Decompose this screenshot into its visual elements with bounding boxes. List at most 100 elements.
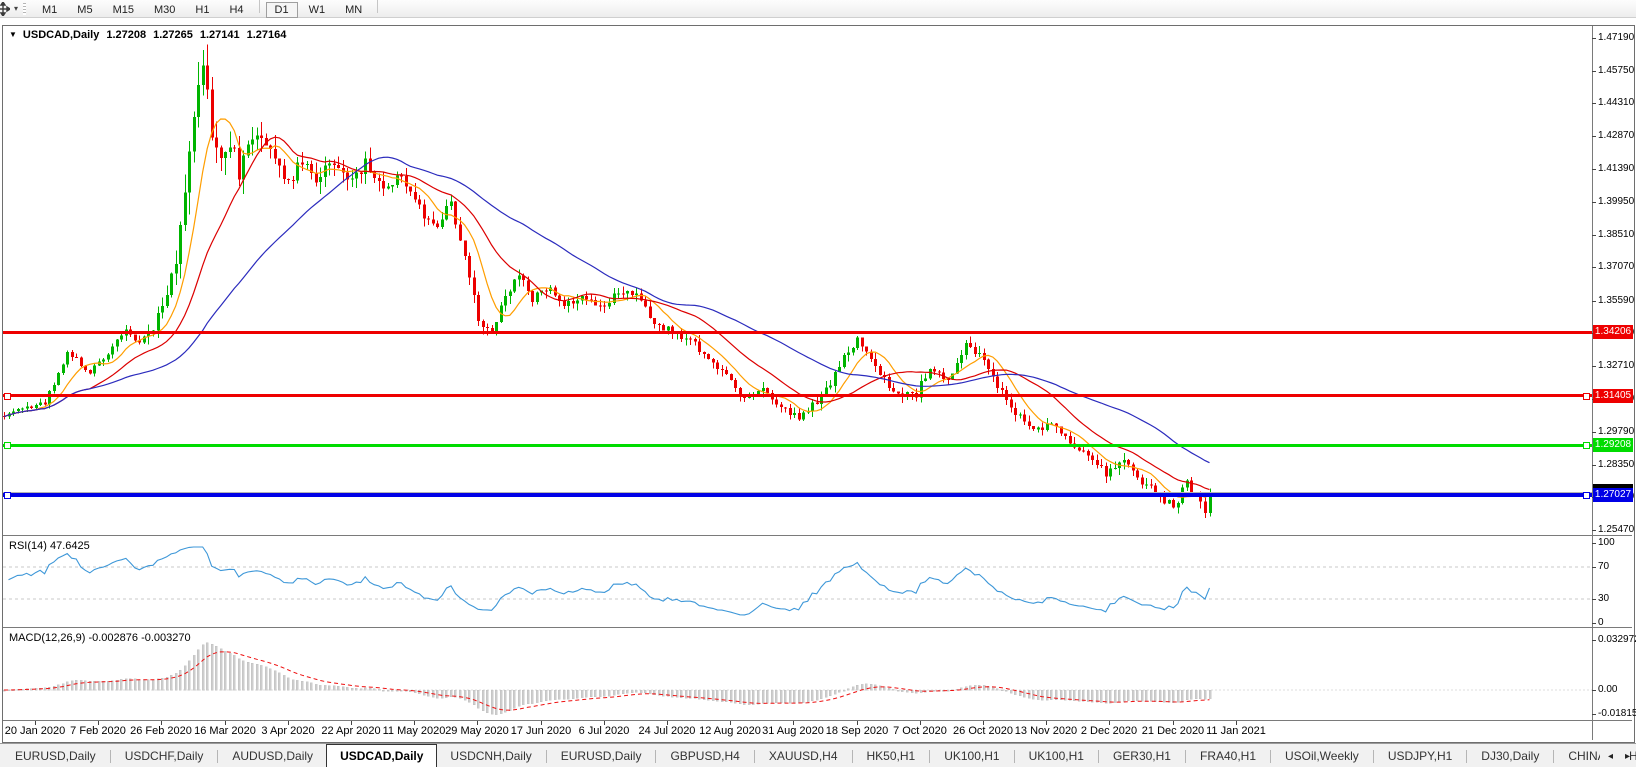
timeframe-button-h1[interactable]: H1	[186, 2, 218, 18]
pane-separator-1[interactable]	[3, 535, 1632, 536]
tab-separator	[1466, 749, 1468, 763]
mt4-terminal: ▾ M1 M5 M15 M30 H1 H4 D1 W1 MN ▼ USDCAD,Daily 1.27…	[0, 0, 1636, 767]
toolbar-separator	[258, 0, 260, 13]
tab-separator	[217, 749, 219, 763]
line-handle[interactable]	[1583, 492, 1590, 499]
macd-canvas[interactable]	[3, 629, 1592, 720]
date-tick-label: 7 Feb 2020	[70, 725, 126, 737]
horizontal-line-1.29208[interactable]	[3, 444, 1592, 447]
price-tick-mark	[1592, 136, 1596, 137]
timeframe-button-w1[interactable]: W1	[300, 2, 335, 18]
date-tick-label: 17 Jun 2020	[510, 725, 572, 737]
tab-separator	[1553, 749, 1555, 763]
price-tick-label: 1.39950	[1598, 196, 1635, 207]
price-tick-label: 1.47190	[1598, 32, 1635, 43]
tab-usdchf-daily[interactable]: USDCHF,Daily	[112, 745, 217, 767]
line-handle[interactable]	[4, 393, 11, 400]
date-tick-label: 16 Mar 2020	[194, 725, 256, 737]
price-tick-mark	[1592, 169, 1596, 170]
line-handle[interactable]	[1583, 442, 1590, 449]
tab-xauusd-h4[interactable]: XAUUSD,H4	[756, 745, 851, 767]
macd-title: MACD(12,26,9) -0.002876 -0.003270	[9, 632, 191, 644]
tab-separator	[1372, 749, 1374, 763]
line-price-label: 1.34206	[1593, 325, 1633, 339]
tab-separator	[753, 749, 755, 763]
line-handle[interactable]	[4, 492, 11, 499]
date-tick-label: 6 Jul 2020	[578, 725, 630, 737]
date-tick-label: 2 Dec 2020	[1080, 725, 1138, 737]
tab-separator	[1270, 749, 1272, 763]
timeframe-button-m1[interactable]: M1	[33, 2, 66, 18]
rsi-canvas[interactable]	[3, 537, 1592, 627]
pane-separator-2[interactable]	[3, 627, 1632, 628]
tab-separator	[929, 749, 931, 763]
timeframe-button-mn[interactable]: MN	[336, 2, 371, 18]
date-axis: 20 Jan 2020 7 Feb 2020 26 Feb 2020 16 Mar 2…	[3, 721, 1592, 740]
timeframe-button-m30[interactable]: M30	[145, 2, 184, 18]
macd-tick-mark	[1592, 714, 1596, 715]
tab-uk100-h1[interactable]: UK100,H1	[1016, 745, 1097, 767]
price-tick-mark	[1592, 38, 1596, 39]
tab-scroll-buttons: ◂ ▸	[1599, 744, 1630, 767]
timeframe-button-group: M1 M5 M15 M30 H1 H4 D1 W1 MN	[32, 0, 383, 18]
date-tick-label: 20 Jan 2020	[4, 725, 66, 737]
chart-window: ▼ USDCAD,Daily 1.27208 1.27265 1.27141 1.2716…	[2, 25, 1636, 743]
tab-eurusd-daily[interactable]: EURUSD,Daily	[548, 745, 655, 767]
chart-collapse-icon[interactable]: ▼	[9, 30, 17, 39]
toolbar-dropdown-caret[interactable]: ▾	[14, 4, 18, 13]
tab-separator	[655, 749, 657, 763]
tab-usdcnh-daily[interactable]: USDCNH,Daily	[437, 745, 544, 767]
tab-separator	[545, 749, 547, 763]
tab-hk50-h1[interactable]: HK50,H1	[854, 745, 929, 767]
price-tick-label: 1.28350	[1598, 459, 1635, 470]
price-tick-mark	[1592, 432, 1596, 433]
tab-separator	[851, 749, 853, 763]
tab-uk100-h1[interactable]: UK100,H1	[931, 745, 1012, 767]
horizontal-line-1.31405[interactable]	[3, 394, 1592, 397]
horizontal-line-1.27027[interactable]	[3, 493, 1592, 497]
date-tick-label: 3 Apr 2020	[261, 725, 315, 737]
tab-eurusd-daily[interactable]: EURUSD,Daily	[2, 745, 109, 767]
price-tick-mark	[1592, 465, 1596, 466]
line-handle[interactable]	[4, 442, 11, 449]
tabs-scroll-left-icon[interactable]: ◂	[1608, 751, 1613, 762]
line-price-label: 1.31405	[1593, 389, 1633, 403]
tab-usoil-weekly[interactable]: USOil,Weekly	[1272, 745, 1372, 767]
ohlc-high: 1.27265	[153, 29, 193, 41]
rsi-tick-label: 30	[1598, 593, 1610, 604]
line-price-label: 1.29208	[1593, 438, 1633, 452]
date-tick-label: 26 Feb 2020	[130, 725, 192, 737]
chart-symbol-title: USDCAD,Daily	[22, 29, 100, 41]
macd-tick-label: -0.018154	[1598, 708, 1636, 719]
rsi-title: RSI(14) 47.6425	[9, 540, 90, 552]
date-tick-label: 13 Nov 2020	[1014, 725, 1078, 737]
date-tick-label: 7 Oct 2020	[893, 725, 947, 737]
toolbar-grip-handle[interactable]	[23, 2, 27, 15]
line-handle[interactable]	[1583, 393, 1590, 400]
date-tick-label: 24 Jul 2020	[638, 725, 696, 737]
macd-tick-mark	[1592, 690, 1596, 691]
timeframe-toolbar: ▾ M1 M5 M15 M30 H1 H4 D1 W1 MN	[0, 0, 1636, 18]
tab-gbpusd-h4[interactable]: GBPUSD,H4	[657, 745, 752, 767]
price-overlay	[3, 26, 1592, 536]
price-tick-mark	[1592, 235, 1596, 236]
rsi-line[interactable]	[8, 546, 1211, 616]
tabs-scroll-right-icon[interactable]: ▸	[1625, 751, 1630, 762]
tab-fra40-h1[interactable]: FRA40,H1	[1187, 745, 1269, 767]
price-tick-mark	[1592, 301, 1596, 302]
timeframe-button-m5[interactable]: M5	[68, 2, 101, 18]
tab-ger30-h1[interactable]: GER30,H1	[1100, 745, 1184, 767]
date-axis-separator	[3, 720, 1632, 721]
chart-tabs: EURUSD,Daily USDCHF,Daily AUDUSD,Daily USDC…	[2, 744, 1636, 767]
chart-header: ▼ USDCAD,Daily 1.27208 1.27265 1.27141 1.2716…	[9, 29, 286, 41]
timeframe-button-m15[interactable]: M15	[104, 2, 143, 18]
tab-audusd-daily[interactable]: AUDUSD,Daily	[219, 745, 326, 767]
tab-usdcad-daily[interactable]: USDCAD,Daily	[326, 744, 438, 767]
tab-dj30-daily[interactable]: DJ30,Daily	[1468, 745, 1552, 767]
timeframe-button-h4[interactable]: H4	[220, 2, 252, 18]
timeframe-button-d1[interactable]: D1	[265, 1, 298, 18]
tab-usdjpy-h1[interactable]: USDJPY,H1	[1375, 745, 1465, 767]
horizontal-line-1.34206[interactable]	[3, 331, 1592, 334]
macd-tick-label: 0.032972	[1598, 634, 1636, 645]
pan-tool-icon[interactable]	[0, 1, 10, 16]
